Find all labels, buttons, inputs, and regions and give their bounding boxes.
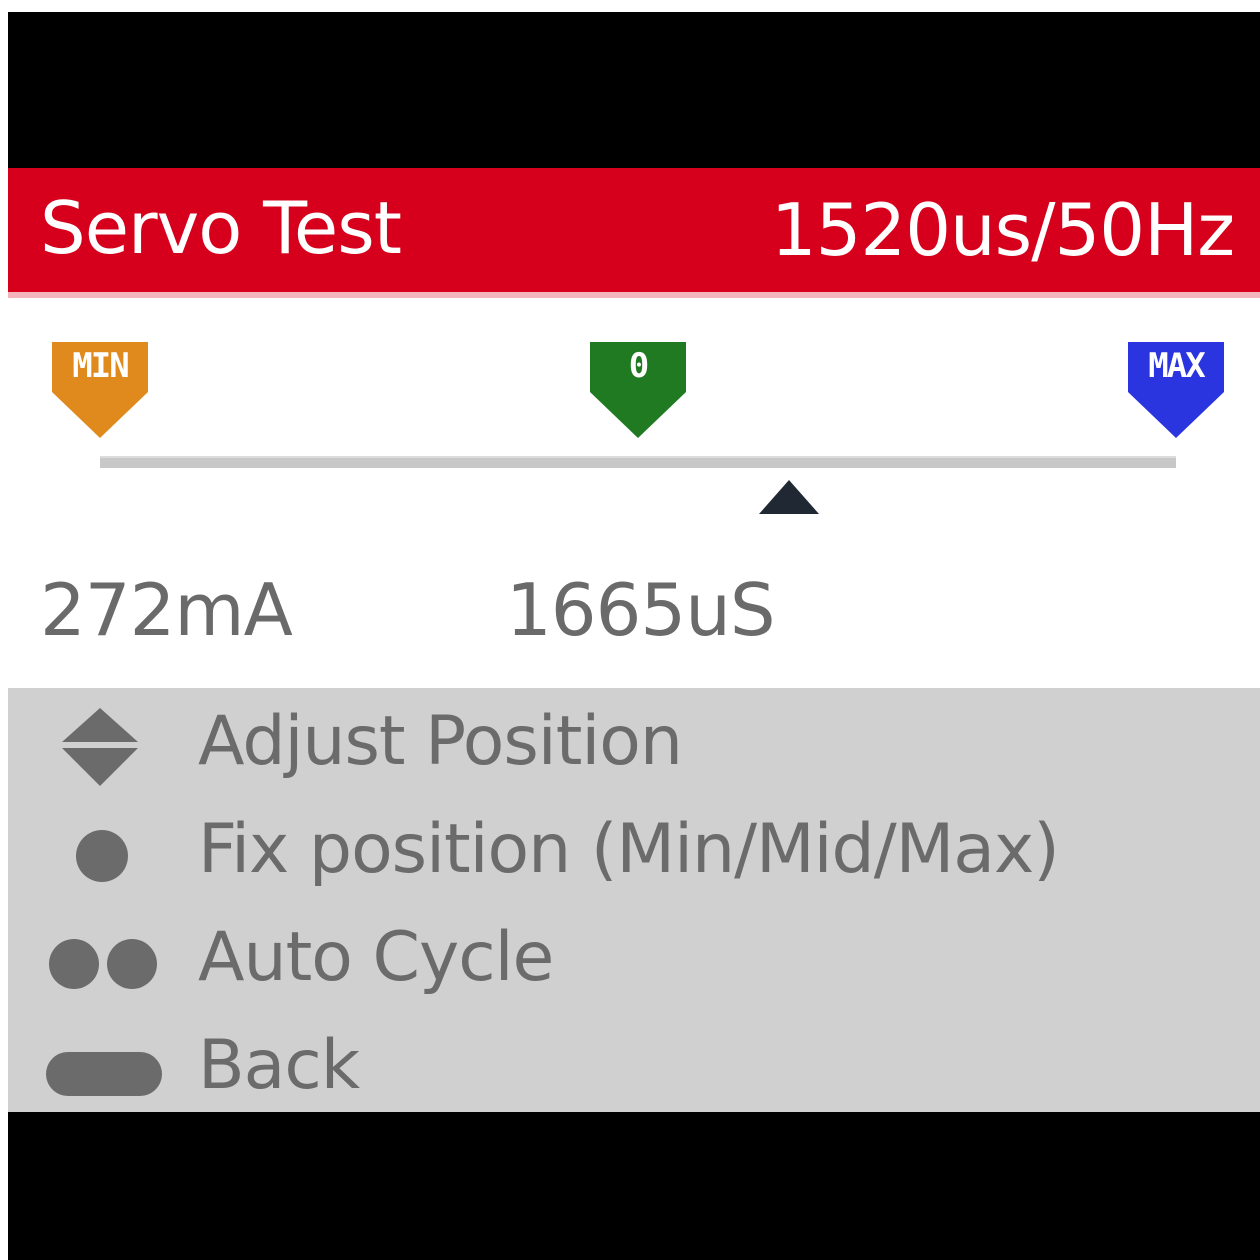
pulse-rate-readout: 1520us/50Hz <box>770 188 1235 272</box>
menu-item-adjust-position[interactable]: Adjust Position <box>8 692 1260 796</box>
pulse-width-readout: 1665uS <box>506 568 776 652</box>
single-dot-icon <box>44 816 168 896</box>
up-down-arrows-icon <box>44 708 168 788</box>
min-marker-icon: MIN <box>50 340 150 440</box>
max-marker-label: MAX <box>1148 346 1205 386</box>
menu-item-label: Back <box>198 1026 360 1105</box>
device-bezel-bottom <box>8 1112 1260 1260</box>
menu-item-fix-position[interactable]: Fix position (Min/Mid/Max) <box>8 800 1260 904</box>
long-press-bar-icon <box>44 1032 168 1112</box>
center-marker-icon: 0 <box>588 340 688 440</box>
min-marker-label: MIN <box>72 346 129 386</box>
page-title: Servo Test <box>40 186 402 270</box>
menu-item-label: Fix position (Min/Mid/Max) <box>198 810 1060 889</box>
title-bar: Servo Test 1520us/50Hz <box>8 168 1260 292</box>
menu-item-auto-cycle[interactable]: Auto Cycle <box>8 908 1260 1012</box>
position-pointer-icon <box>758 480 819 514</box>
double-dot-icon <box>44 924 168 1004</box>
current-readout: 272mA <box>40 568 293 652</box>
center-marker-label: 0 <box>628 346 649 386</box>
menu-item-label: Adjust Position <box>198 702 683 781</box>
menu-item-back[interactable]: Back <box>8 1016 1260 1112</box>
position-track <box>100 456 1176 468</box>
servo-test-screen: Servo Test 1520us/50Hz MIN 0 MAX 272mA 1… <box>8 168 1260 1112</box>
help-menu: Adjust Position Fix position (Min/Mid/Ma… <box>8 688 1260 1112</box>
max-marker-icon: MAX <box>1126 340 1226 440</box>
menu-item-label: Auto Cycle <box>198 918 554 997</box>
header-divider <box>8 292 1260 298</box>
